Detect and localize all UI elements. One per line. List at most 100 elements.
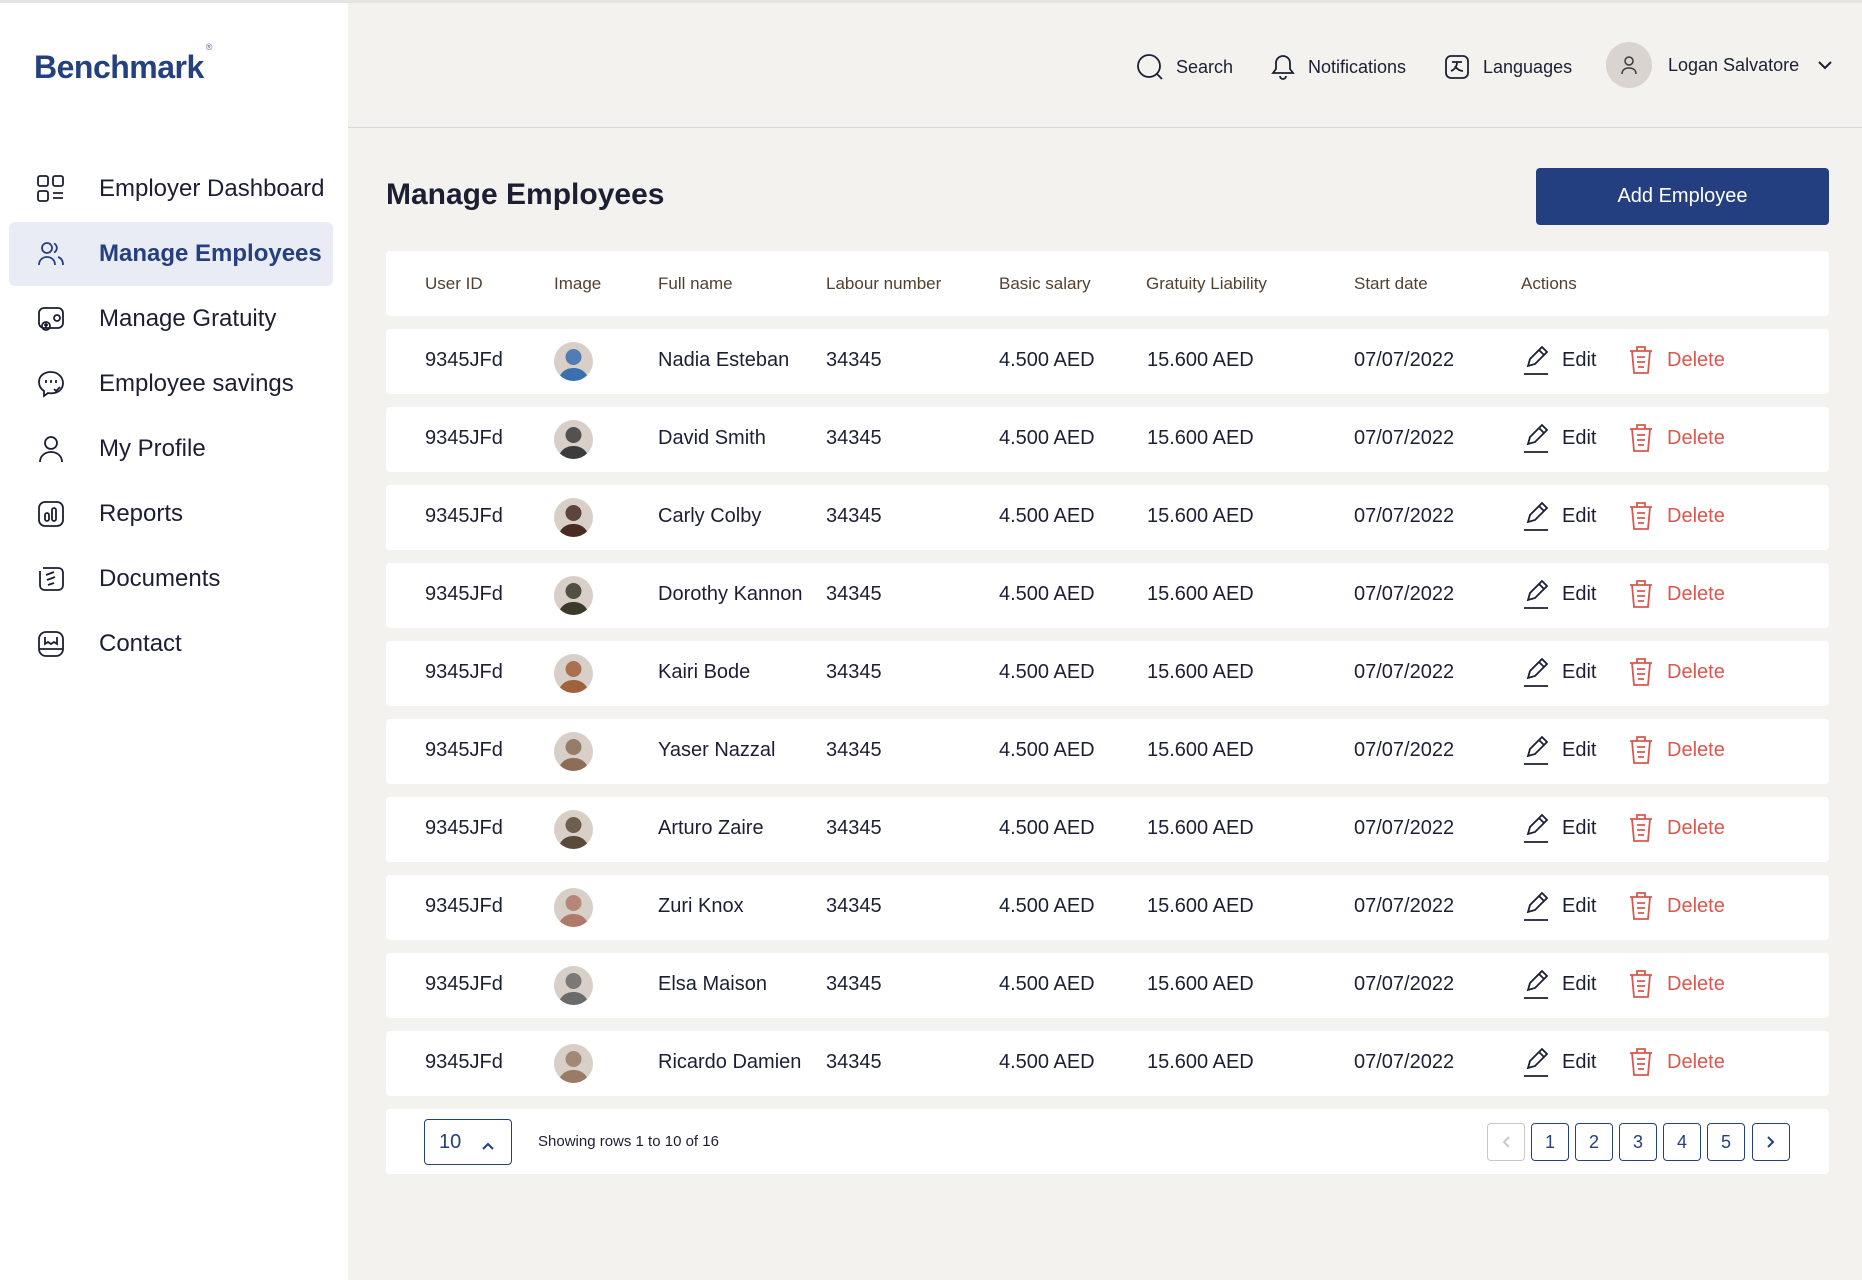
column-header: Full name (658, 274, 733, 293)
sidebar-item-employer-dashboard[interactable]: Employer Dashboard (9, 157, 333, 221)
page-button-2[interactable]: 2 (1575, 1123, 1613, 1161)
sidebar-item-documents[interactable]: Documents (9, 547, 333, 611)
avatar (1606, 42, 1652, 88)
trash-icon (1630, 892, 1652, 920)
delete-button[interactable]: Delete (1627, 344, 1725, 376)
sidebar-item-label: Manage Employees (99, 240, 322, 267)
user-id-cell: 9345JFd (425, 1051, 503, 1073)
sidebar-item-label: Reports (99, 500, 184, 527)
delete-button[interactable]: Delete (1627, 890, 1725, 922)
delete-label: Delete (1667, 816, 1725, 839)
delete-button[interactable]: Delete (1627, 578, 1725, 610)
basic-salary-cell: 4.500 AED (999, 817, 1095, 839)
edit-button[interactable]: Edit (1522, 344, 1596, 376)
trash-icon (1630, 1048, 1652, 1076)
user-menu[interactable]: Logan Salvatore (1606, 41, 1833, 89)
labour-number-cell: 34345 (826, 895, 882, 917)
trash-icon (1630, 736, 1652, 764)
user-id-cell: 9345JFd (425, 895, 503, 917)
sidebar-item-manage-employees[interactable]: Manage Employees (9, 222, 333, 286)
pencil-icon (1524, 813, 1549, 843)
full-name-cell: Ricardo Damien (658, 1051, 802, 1073)
gratuity-liability-cell: 15.600 AED (1147, 739, 1254, 761)
labour-number-cell: 34345 (826, 661, 882, 683)
edit-button[interactable]: Edit (1522, 578, 1596, 610)
trash-icon (1630, 658, 1652, 686)
edit-button[interactable]: Edit (1522, 890, 1596, 922)
start-date-cell: 07/07/2022 (1354, 1051, 1455, 1073)
column-header: User ID (425, 274, 483, 293)
user-name: Logan Salvatore (1668, 54, 1800, 75)
sidebar: Benchmark® Employer Dashboard Manage Emp… (0, 3, 348, 1280)
employee-avatar (554, 420, 593, 459)
edit-button[interactable]: Edit (1522, 656, 1596, 688)
sidebar-item-contact[interactable]: Contact (9, 612, 333, 676)
delete-button[interactable]: Delete (1627, 734, 1725, 766)
labour-number-cell: 34345 (826, 505, 882, 527)
employee-avatar (554, 498, 593, 537)
labour-number-cell: 34345 (826, 427, 882, 449)
labour-number-cell: 34345 (826, 739, 882, 761)
column-header: Basic salary (999, 274, 1091, 293)
page-button-5[interactable]: 5 (1707, 1123, 1745, 1161)
edit-button[interactable]: Edit (1522, 734, 1596, 766)
start-date-cell: 07/07/2022 (1354, 349, 1455, 371)
sidebar-item-my-profile[interactable]: My Profile (9, 417, 333, 481)
gratuity-liability-cell: 15.600 AED (1147, 505, 1254, 527)
edit-label: Edit (1562, 738, 1597, 761)
edit-button[interactable]: Edit (1522, 1046, 1596, 1078)
table-row: 9345JFd David Smith 34345 4.500 AED 15.6… (386, 407, 1829, 472)
labour-number-cell: 34345 (826, 817, 882, 839)
start-date-cell: 07/07/2022 (1354, 505, 1455, 527)
employee-avatar (554, 732, 593, 771)
pencil-icon (1524, 735, 1549, 765)
delete-button[interactable]: Delete (1627, 968, 1725, 1000)
notifications-button[interactable]: Notifications (1270, 49, 1406, 85)
employee-avatar (554, 1044, 593, 1083)
delete-button[interactable]: Delete (1627, 422, 1725, 454)
basic-salary-cell: 4.500 AED (999, 583, 1095, 605)
delete-button[interactable]: Delete (1627, 812, 1725, 844)
basic-salary-cell: 4.500 AED (999, 973, 1095, 995)
delete-button[interactable]: Delete (1627, 656, 1725, 688)
start-date-cell: 07/07/2022 (1354, 427, 1455, 449)
table-row: 9345JFd Kairi Bode 34345 4.500 AED 15.60… (386, 641, 1829, 706)
user-id-cell: 9345JFd (425, 505, 503, 527)
delete-button[interactable]: Delete (1627, 500, 1725, 532)
documents-icon (35, 563, 67, 595)
column-header: Start date (1354, 274, 1428, 293)
search-button[interactable]: Search (1136, 49, 1233, 85)
page-button-1[interactable]: 1 (1531, 1123, 1569, 1161)
search-icon (1136, 53, 1164, 81)
full-name-cell: Dorothy Kannon (658, 583, 803, 605)
sidebar-item-employee-savings[interactable]: Employee savings (9, 352, 333, 416)
basic-salary-cell: 4.500 AED (999, 349, 1095, 371)
languages-button[interactable]: Languages (1443, 49, 1572, 85)
sidebar-item-reports[interactable]: Reports (9, 482, 333, 546)
user-id-cell: 9345JFd (425, 661, 503, 683)
logo[interactable]: Benchmark® (34, 42, 212, 86)
edit-button[interactable]: Edit (1522, 500, 1596, 532)
prev-page-button[interactable] (1487, 1123, 1525, 1161)
edit-label: Edit (1562, 1050, 1597, 1073)
labour-number-cell: 34345 (826, 1051, 882, 1073)
add-employee-button[interactable]: Add Employee (1536, 168, 1829, 225)
delete-button[interactable]: Delete (1627, 1046, 1725, 1078)
edit-button[interactable]: Edit (1522, 968, 1596, 1000)
edit-button[interactable]: Edit (1522, 422, 1596, 454)
sidebar-item-manage-gratuity[interactable]: Manage Gratuity (9, 287, 333, 351)
delete-label: Delete (1667, 504, 1725, 527)
pencil-icon (1524, 657, 1549, 687)
employee-avatar (554, 888, 593, 927)
sidebar-item-label: Manage Gratuity (99, 305, 277, 332)
gratuity-icon (35, 303, 67, 335)
rows-per-page-select[interactable]: 10 (424, 1119, 512, 1165)
basic-salary-cell: 4.500 AED (999, 1051, 1095, 1073)
next-page-button[interactable] (1752, 1123, 1790, 1161)
page-button-4[interactable]: 4 (1663, 1123, 1701, 1161)
chevron-left-icon (1502, 1136, 1510, 1148)
translate-icon (1443, 53, 1471, 81)
edit-button[interactable]: Edit (1522, 812, 1596, 844)
full-name-cell: Yaser Nazzal (658, 739, 776, 761)
page-button-3[interactable]: 3 (1619, 1123, 1657, 1161)
